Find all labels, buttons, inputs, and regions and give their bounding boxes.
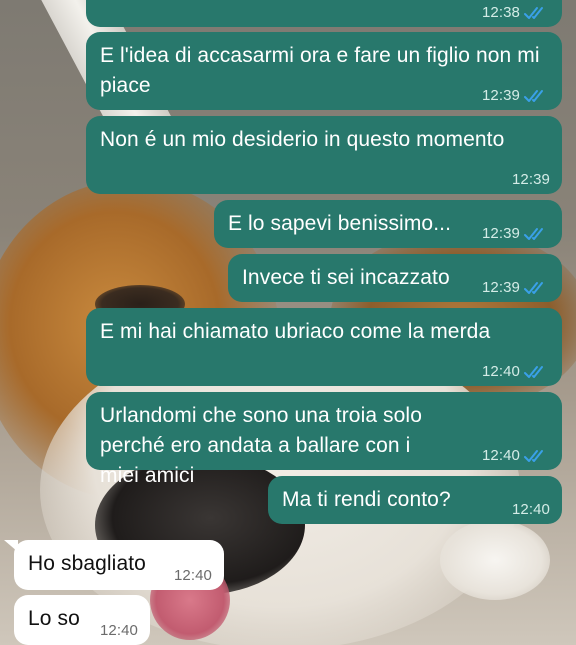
message-text: E l'idea di accasarmi ora e fare un figl…: [100, 44, 540, 97]
message-bubble-outgoing[interactable]: Non é un mio desiderio in questo momento…: [86, 116, 562, 194]
message-bubble-outgoing[interactable]: Ma ti rendi conto? 12:40: [268, 476, 562, 524]
message-bubble-outgoing[interactable]: Invece ti sei incazzato 12:39: [228, 254, 562, 302]
message-meta: 12:40: [482, 447, 550, 465]
message-bubble-outgoing[interactable]: E l'idea di accasarmi ora e fare un figl…: [86, 32, 562, 110]
message-text: Lo so: [28, 607, 80, 630]
message-meta: 12:38: [482, 4, 550, 22]
message-meta: 12:39: [512, 171, 550, 189]
message-meta: 12:40: [100, 622, 138, 640]
message-time: 12:39: [481, 87, 520, 104]
message-list[interactable]: 12:38 E l'idea di accasarmi ora e fare u…: [0, 0, 576, 645]
message-time: 12:40: [481, 447, 520, 464]
message-time: 12:39: [481, 225, 520, 242]
read-ticks-icon: [524, 228, 543, 240]
message-meta: 12:39: [482, 279, 550, 297]
message-bubble-outgoing[interactable]: Urlandomi che sono una troia solo perché…: [86, 392, 562, 487]
message-time: 12:39: [511, 171, 550, 188]
message-text: Urlandomi che sono una troia solo perché…: [100, 404, 422, 487]
message-time: 12:39: [481, 279, 520, 296]
message-time: 12:40: [173, 567, 212, 584]
message-meta: 12:39: [482, 87, 550, 105]
message-bubble-outgoing[interactable]: E lo sapevi benissimo... 12:39: [214, 200, 562, 248]
message-text: Ho sbagliato: [28, 552, 146, 575]
message-text: Ma ti rendi conto?: [282, 488, 451, 511]
message-text: E mi hai chiamato ubriaco come la merda: [100, 320, 491, 343]
message-meta: 12:40: [482, 363, 550, 381]
read-ticks-icon: [524, 450, 543, 462]
message-bubble-incoming[interactable]: Ho sbagliato 12:40: [14, 540, 224, 590]
message-text: Invece ti sei incazzato: [242, 266, 450, 289]
message-bubble-incoming[interactable]: Lo so 12:40: [14, 595, 150, 645]
message-meta: 12:40: [512, 501, 550, 519]
message-time: 12:38: [481, 4, 520, 21]
message-meta: 12:39: [482, 225, 550, 243]
message-text: E lo sapevi benissimo...: [228, 212, 452, 235]
read-ticks-icon: [524, 282, 543, 294]
message-time: 12:40: [481, 363, 520, 380]
read-ticks-icon: [524, 90, 543, 102]
read-ticks-icon: [524, 7, 543, 19]
message-meta: 12:40: [174, 567, 212, 585]
read-ticks-icon: [524, 366, 543, 378]
message-bubble-outgoing[interactable]: 12:38: [86, 0, 562, 27]
message-bubble-outgoing[interactable]: E mi hai chiamato ubriaco come la merda …: [86, 308, 562, 386]
message-text: Non é un mio desiderio in questo momento: [100, 128, 505, 151]
message-time: 12:40: [99, 622, 138, 639]
message-time: 12:40: [511, 501, 550, 518]
